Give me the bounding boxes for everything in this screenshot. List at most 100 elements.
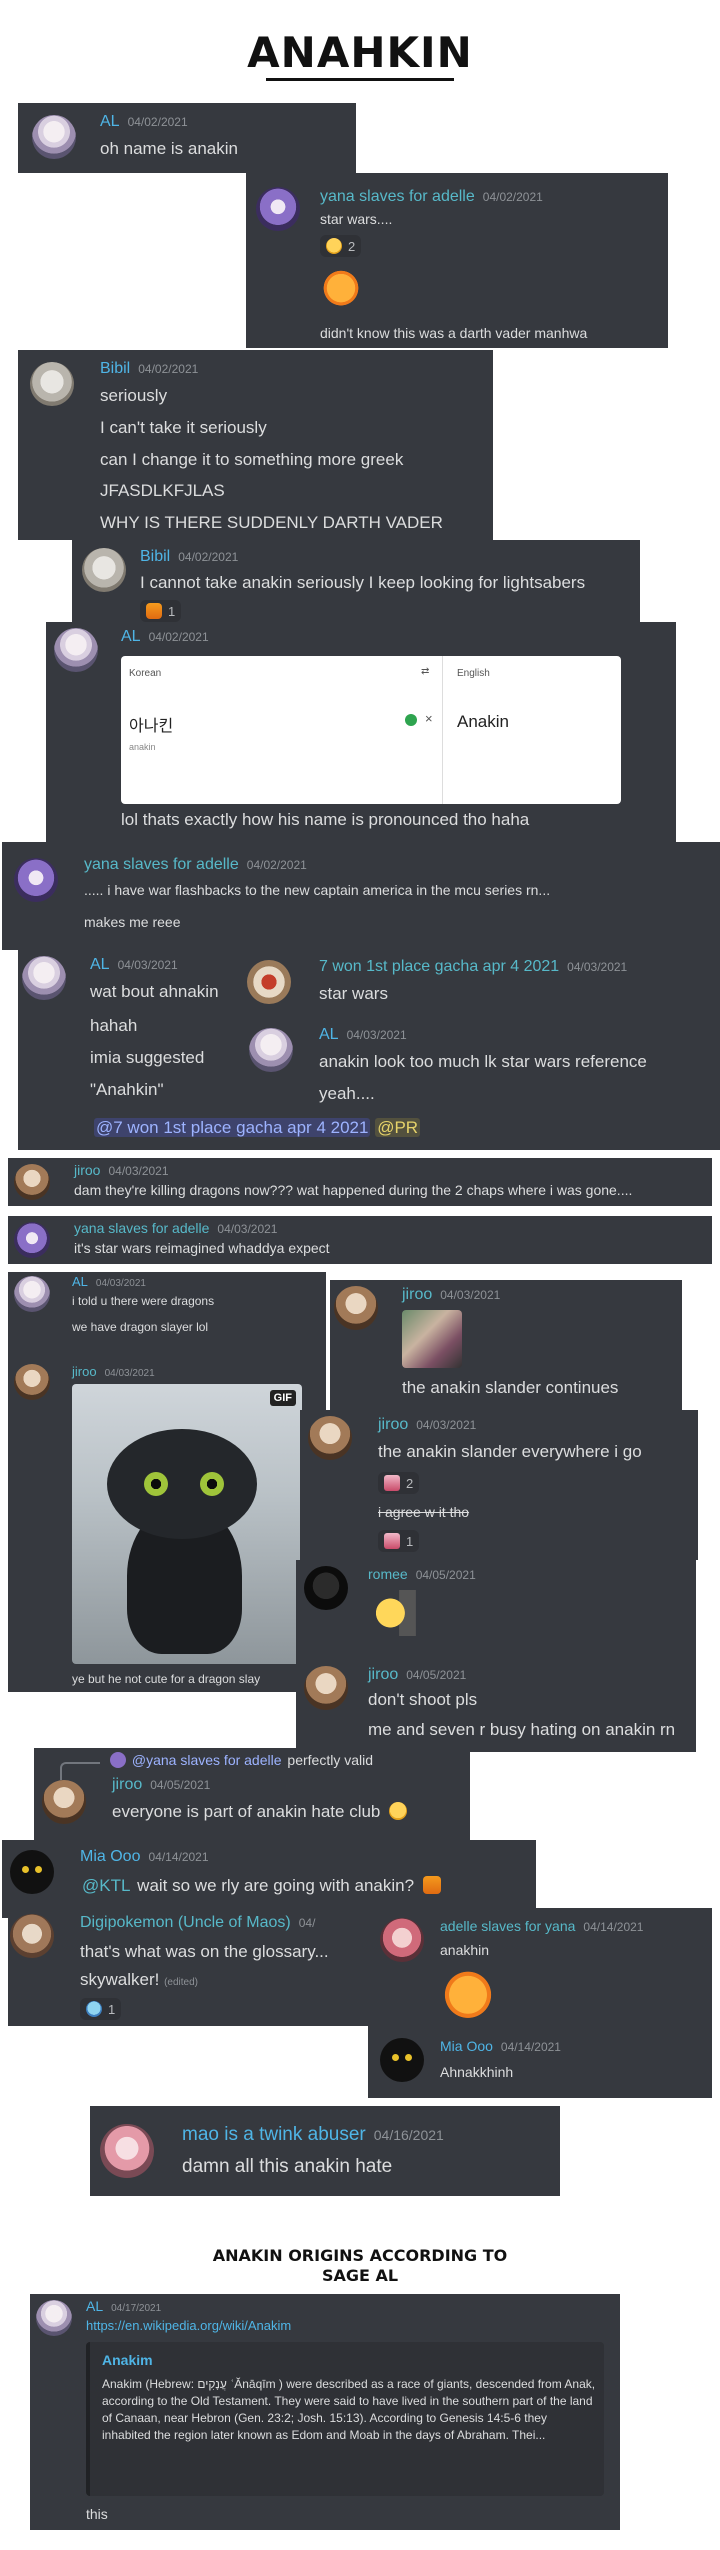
message-panel: Bibil 04/02/2021 seriously I can't take i… <box>18 350 493 540</box>
username[interactable]: jiroo <box>402 1286 432 1303</box>
username[interactable]: yana slaves for adelle <box>320 188 475 205</box>
username[interactable]: jiroo <box>368 1666 398 1683</box>
target-language-select[interactable]: English <box>457 668 490 679</box>
reply-mention[interactable]: @yana slaves for adelle <box>130 1752 284 1768</box>
username[interactable]: jiroo <box>112 1776 142 1793</box>
avatar[interactable] <box>100 2124 154 2178</box>
timestamp: 04/14/2021 <box>500 2040 561 2054</box>
timestamp: 04/ <box>298 1916 316 1930</box>
grammar-check-icon[interactable] <box>405 714 417 726</box>
reaction-button[interactable]: 1 <box>378 1530 420 1552</box>
message-text: the anakin slander continues <box>402 1378 619 1397</box>
avatar[interactable] <box>380 1918 424 1962</box>
avatar[interactable] <box>54 628 98 672</box>
avatar[interactable] <box>334 1286 378 1330</box>
orange-blob-sticker-image[interactable] <box>440 1964 496 2020</box>
username[interactable]: AL <box>100 113 120 130</box>
reaction-button[interactable]: 1 <box>80 1998 122 2020</box>
message-text: skywalker! <box>80 1970 160 1989</box>
username[interactable]: yana slaves for adelle <box>74 1220 209 1236</box>
message-text: Ahnakkhinh <box>440 2064 514 2080</box>
username[interactable]: yana slaves for adelle <box>84 856 239 873</box>
attached-image[interactable] <box>402 1310 462 1368</box>
username[interactable]: jiroo <box>378 1416 408 1433</box>
avatar[interactable] <box>82 548 126 592</box>
username[interactable]: 7 won 1st place gacha apr 4 2021 <box>319 958 559 975</box>
user-mention[interactable]: @7 won 1st place gacha apr 4 2021 <box>94 1118 371 1137</box>
username[interactable]: Bibil <box>100 360 130 377</box>
avatar[interactable] <box>22 956 66 1000</box>
avatar[interactable] <box>14 1364 50 1400</box>
message-line: seriously <box>100 386 168 405</box>
message-text: lol thats exactly how his name is pronou… <box>121 810 530 829</box>
user-mention[interactable]: @KTL <box>80 1876 132 1895</box>
avatar[interactable] <box>14 1164 50 1200</box>
translator-widget: Korean ⇄ 아나킨 anakin × English Anakin <box>121 656 621 804</box>
avatar[interactable] <box>247 960 291 1004</box>
username[interactable]: Digipokemon (Uncle of Maos) <box>80 1914 291 1931</box>
avatar[interactable] <box>256 187 300 231</box>
username[interactable]: adelle slaves for yana <box>440 1918 575 1934</box>
timestamp: 04/03/2021 <box>104 1368 155 1379</box>
avatar[interactable] <box>42 1780 86 1824</box>
username[interactable]: mao is a twink abuser <box>182 2124 366 2145</box>
username[interactable]: Bibil <box>140 548 170 565</box>
message-line: I can't take it seriously <box>100 418 267 437</box>
timestamp: 04/14/2021 <box>148 1850 209 1864</box>
avatar[interactable] <box>36 2300 72 2336</box>
username[interactable]: AL <box>121 628 141 645</box>
blob-gun-sticker-image[interactable] <box>368 1590 424 1636</box>
avatar[interactable] <box>14 1222 50 1258</box>
orange-blob-emoji-icon <box>422 1876 441 1894</box>
username[interactable]: romee <box>368 1566 408 1582</box>
avatar[interactable] <box>14 1276 50 1312</box>
avatar[interactable] <box>304 1666 348 1710</box>
message-text: it's star wars reimagined whaddya expect <box>74 1240 330 1256</box>
message-text: don't shoot pls <box>368 1690 478 1709</box>
avatar[interactable] <box>14 858 58 902</box>
message-panel: AL 04/17/2021 https://en.wikipedia.org/wi… <box>30 2294 620 2530</box>
username[interactable]: AL <box>319 1026 339 1043</box>
username[interactable]: AL <box>86 2298 103 2314</box>
origins-caption-line2: SAGE AL <box>321 2266 399 2285</box>
source-language-select[interactable]: Korean <box>129 668 161 679</box>
reaction-button[interactable]: 2 <box>378 1472 420 1494</box>
role-mention[interactable]: @PR <box>375 1118 421 1137</box>
reply-connector <box>60 1762 100 1780</box>
blob-emoji-icon <box>86 2001 102 2017</box>
message-panel: Bibil 04/02/2021 I cannot take anakin ser… <box>72 540 640 628</box>
reaction-count: 2 <box>348 238 356 254</box>
source-text[interactable]: 아나킨 <box>129 712 173 736</box>
username[interactable]: AL <box>72 1274 88 1289</box>
timestamp: 04/03/2021 <box>346 1028 407 1042</box>
timestamp: 04/03/2021 <box>567 960 628 974</box>
message-panel: jiroo 04/03/2021 the anakin slander every… <box>300 1410 698 1560</box>
orange-blob-emoji-icon <box>146 603 162 619</box>
username[interactable]: Mia Ooo <box>80 1848 140 1865</box>
reaction-button[interactable]: 2 <box>320 235 362 257</box>
dragon-head <box>107 1429 257 1539</box>
username[interactable]: jiroo <box>72 1364 97 1379</box>
avatar[interactable] <box>308 1416 352 1460</box>
avatar[interactable] <box>30 362 74 406</box>
username[interactable]: Mia Ooo <box>440 2038 493 2054</box>
clear-text-icon[interactable]: × <box>425 711 433 726</box>
username[interactable]: AL <box>90 956 110 973</box>
dragon-eye-left <box>144 1472 168 1496</box>
message-text: i told u there were dragons <box>72 1294 215 1308</box>
avatar[interactable] <box>304 1566 348 1610</box>
avatar[interactable] <box>249 1028 293 1072</box>
avatar[interactable] <box>32 115 76 159</box>
blob-sticker-image[interactable] <box>320 265 362 307</box>
reply-preview[interactable]: @yana slaves for adelle perfectly valid <box>110 1752 373 1768</box>
avatar[interactable] <box>10 1914 54 1958</box>
username[interactable]: jiroo <box>74 1162 100 1178</box>
avatar[interactable] <box>380 2038 424 2082</box>
avatar[interactable] <box>10 1850 54 1894</box>
relieved-emoji-icon <box>389 1802 408 1820</box>
dragon-gif[interactable]: GIF <box>72 1384 302 1664</box>
embed-title-link[interactable]: Anakim <box>102 2352 153 2368</box>
wikipedia-link[interactable]: https://en.wikipedia.org/wiki/Anakim <box>86 2318 291 2333</box>
reaction-button[interactable]: 1 <box>140 600 182 622</box>
swap-languages-icon[interactable]: ⇄ <box>421 666 429 677</box>
